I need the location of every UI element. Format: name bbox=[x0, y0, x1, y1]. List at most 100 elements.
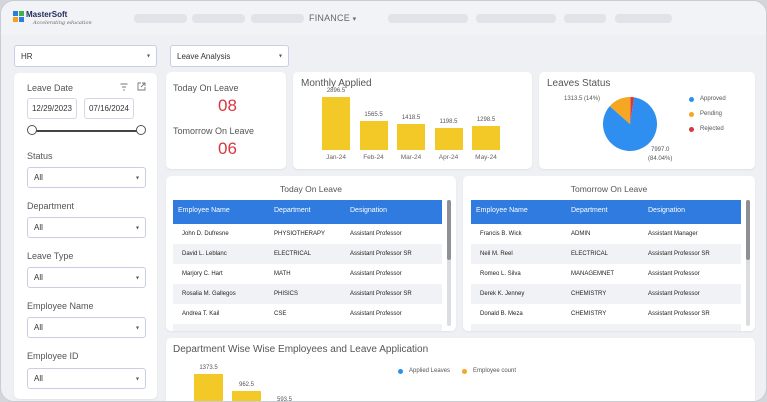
approved-slice-value: 7997.0 bbox=[651, 147, 670, 153]
nav-placeholder[interactable] bbox=[476, 14, 556, 23]
table-cell: CSE bbox=[274, 311, 287, 317]
leave-type-select[interactable]: All ▾ bbox=[27, 267, 146, 288]
legend-approved-dot bbox=[689, 97, 694, 102]
table-row[interactable]: David S. Davis20,000.00 bbox=[173, 324, 442, 331]
column-header-department[interactable]: Department bbox=[274, 207, 311, 214]
status-select[interactable]: All ▾ bbox=[27, 167, 146, 188]
tomorrow-table-title: Tomorrow On Leave bbox=[570, 184, 648, 194]
table-cell: David L. Leblanc bbox=[182, 251, 227, 257]
table-row[interactable]: David L. Leblanc ELECTRICAL Assistant Prof… bbox=[173, 244, 442, 264]
table-cell: Assistant Professor SR bbox=[648, 311, 710, 317]
employee-id-label: Employee ID bbox=[27, 351, 79, 361]
employee-id-select[interactable]: All ▾ bbox=[27, 368, 146, 389]
bar[interactable] bbox=[359, 121, 388, 150]
table-row[interactable]: Rosalia M. Gallegos PHISICS Assistant Prof… bbox=[173, 284, 442, 304]
bar[interactable] bbox=[397, 124, 425, 150]
table-cell: Donald B. Meza bbox=[480, 311, 523, 317]
legend-rejected[interactable]: Rejected bbox=[700, 126, 724, 132]
x-tick-label: Jan-24 bbox=[326, 154, 346, 161]
nav-placeholder[interactable] bbox=[251, 14, 304, 23]
table-row[interactable]: John D. Dufresne PHYSIOTHERAPY Assistant P… bbox=[173, 224, 442, 244]
table-row[interactable]: Dennis M. Haverstro20,000.00 bbox=[471, 324, 741, 331]
logo-name: MasterSoft bbox=[26, 10, 68, 19]
date-slider-start-handle[interactable] bbox=[27, 125, 37, 135]
employee-id-value: All bbox=[34, 374, 43, 383]
table-cell: Derek K. Jenney bbox=[480, 291, 525, 297]
department-wise-title: Department Wise Wise Employees and Leave… bbox=[173, 344, 429, 355]
table-cell: MANAGEMNET bbox=[571, 271, 615, 277]
department-value: All bbox=[34, 223, 43, 232]
bar[interactable] bbox=[472, 126, 500, 150]
column-header-designation[interactable]: Designation bbox=[648, 207, 685, 214]
table-row[interactable]: Francis B. Wick ADMIN Assistant Manager bbox=[471, 224, 741, 244]
table-row[interactable]: Marjory C. Hart MATH Assistant Professor bbox=[173, 264, 442, 284]
date-range-slider-track[interactable] bbox=[32, 130, 141, 132]
nav-placeholder[interactable] bbox=[192, 14, 245, 23]
legend-employee-count[interactable]: Employee count bbox=[473, 368, 516, 374]
table-cell: ELECTRICAL bbox=[571, 251, 609, 257]
nav-placeholder[interactable] bbox=[615, 14, 672, 23]
column-header-employee-name[interactable]: Employee Name bbox=[178, 207, 230, 214]
legend-applied-leaves[interactable]: Applied Leaves bbox=[409, 368, 450, 374]
table-cell: Assistant Professor bbox=[350, 311, 402, 317]
bar[interactable] bbox=[322, 97, 350, 150]
logo-tagline: Accelerating education bbox=[33, 20, 92, 26]
date-slider-end-handle[interactable] bbox=[136, 125, 146, 135]
nav-placeholder[interactable] bbox=[134, 14, 187, 23]
logo[interactable]: MasterSoft Accelerating education bbox=[13, 10, 92, 30]
today-table-scrollbar[interactable] bbox=[447, 200, 451, 326]
table-cell: PHYSIOTHERAPY bbox=[274, 231, 326, 237]
table-cell: Rosalia M. Gallegos bbox=[182, 291, 236, 297]
app-window: MasterSoft Accelerating education FINANC… bbox=[0, 0, 767, 402]
bar[interactable] bbox=[434, 128, 463, 150]
to-date-input[interactable]: 07/16/2024 bbox=[84, 98, 134, 119]
legend-approved[interactable]: Approved bbox=[700, 96, 726, 102]
logo-mark-icon bbox=[13, 11, 24, 22]
column-header-employee-name[interactable]: Employee Name bbox=[476, 207, 528, 214]
department-top-select[interactable]: HR ▾ bbox=[14, 45, 157, 67]
legend-rejected-dot bbox=[689, 127, 694, 132]
department-label: Department bbox=[27, 201, 75, 211]
leave-type-label: Leave Type bbox=[27, 251, 74, 261]
from-date-input[interactable]: 12/29/2023 bbox=[27, 98, 77, 119]
nav-placeholder[interactable] bbox=[388, 14, 468, 23]
chevron-down-icon: ▾ bbox=[278, 53, 282, 60]
report-select[interactable]: Leave Analysis ▾ bbox=[170, 45, 289, 67]
pending-slice-label: 1313.5 (14%) bbox=[564, 96, 601, 102]
top-bar: MasterSoft Accelerating education FINANC… bbox=[1, 1, 766, 35]
module-menu-finance[interactable]: FINANCE ▾ bbox=[309, 13, 356, 23]
x-tick-label: Feb-24 bbox=[363, 154, 384, 161]
scrollbar-thumb[interactable] bbox=[447, 200, 451, 260]
table-row[interactable]: Romeo L. Silva MANAGEMNET Assistant Profes… bbox=[471, 264, 741, 284]
column-header-department[interactable]: Department bbox=[571, 207, 608, 214]
status-label: Status bbox=[27, 151, 53, 161]
table-row[interactable]: Neil M. Reel ELECTRICAL Assistant Professo… bbox=[471, 244, 741, 264]
table-cell: Marjory C. Hart bbox=[182, 271, 223, 277]
bar[interactable] bbox=[232, 391, 261, 401]
table-row[interactable]: Derek K. Jenney CHEMISTRY Assistant Profes… bbox=[471, 284, 741, 304]
leave-type-value: All bbox=[34, 273, 43, 282]
tomorrow-table-scrollbar[interactable] bbox=[746, 200, 750, 326]
column-header-designation[interactable]: Designation bbox=[350, 207, 387, 214]
nav-placeholder[interactable] bbox=[564, 14, 606, 23]
bar-value-label: 1298.5 bbox=[476, 117, 496, 124]
table-row[interactable]: Donald B. Meza CHEMISTRY Assistant Profess… bbox=[471, 304, 741, 324]
table-cell: Assistant Professor bbox=[648, 271, 700, 277]
export-icon[interactable] bbox=[137, 82, 146, 91]
table-row[interactable]: Andrea T. Kail CSE Assistant Professor bbox=[173, 304, 442, 324]
chevron-down-icon: ▾ bbox=[135, 325, 139, 331]
bar[interactable] bbox=[194, 374, 223, 401]
employee-name-select[interactable]: All ▾ bbox=[27, 317, 146, 338]
status-value: All bbox=[34, 173, 43, 182]
bar-value-label: 593.5 bbox=[276, 397, 292, 402]
approved-slice-percent: (84.04%) bbox=[648, 156, 673, 162]
bar-value-label: 1418.5 bbox=[401, 115, 421, 122]
legend-pending[interactable]: Pending bbox=[700, 111, 722, 117]
employee-name-value: All bbox=[34, 323, 43, 332]
department-top-value: HR bbox=[21, 51, 33, 61]
department-select[interactable]: All ▾ bbox=[27, 217, 146, 238]
filter-icon[interactable] bbox=[120, 83, 128, 91]
table-cell: Assistant Professor bbox=[648, 291, 700, 297]
scrollbar-thumb[interactable] bbox=[746, 200, 750, 260]
bar-value-label: 2896.5 bbox=[326, 88, 346, 94]
